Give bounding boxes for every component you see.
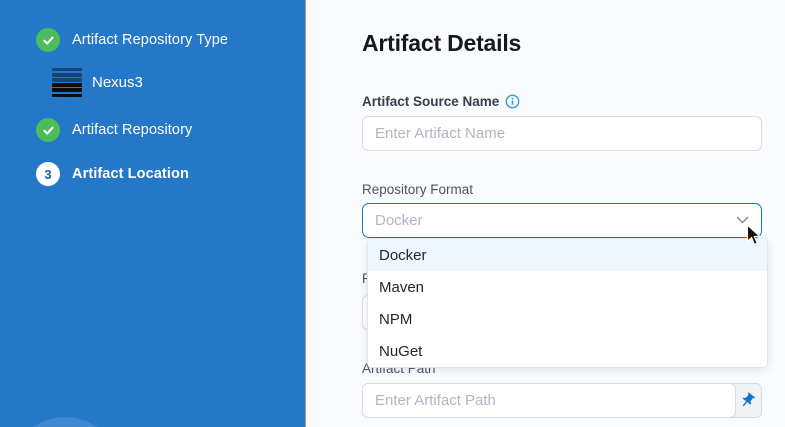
repository-format-label: Repository Format <box>362 182 473 197</box>
artifact-details-panel: Artifact Details Artifact Source Name Re… <box>306 0 785 427</box>
check-icon <box>36 118 60 142</box>
decorative-circle <box>9 417 121 427</box>
step-label: Artifact Repository Type <box>72 32 228 48</box>
step-label: Artifact Repository <box>72 122 192 138</box>
nexus3-stack-icon <box>52 66 82 99</box>
info-circle-icon[interactable] <box>505 94 520 112</box>
label-text: Artifact Source Name <box>362 94 499 109</box>
dropdown-option-npm[interactable]: NPM <box>368 303 767 335</box>
sidebar-step-artifact-repository[interactable]: Artifact Repository <box>36 118 192 142</box>
chevron-down-icon <box>736 216 749 225</box>
sidebar-step-artifact-repository-type[interactable]: Artifact Repository Type <box>36 28 228 52</box>
dropdown-option-maven[interactable]: Maven <box>368 271 767 303</box>
sidebar-step-artifact-location[interactable]: 3 Artifact Location <box>36 162 189 186</box>
connector-label: Nexus3 <box>92 74 143 91</box>
artifact-path-input[interactable] <box>362 383 736 418</box>
artifact-path-input-group <box>362 383 762 418</box>
repository-format-select[interactable]: Docker <box>362 203 762 238</box>
step-label: Artifact Location <box>72 166 189 182</box>
check-icon <box>36 28 60 52</box>
sidebar-item-nexus3[interactable]: Nexus3 <box>52 66 143 99</box>
pin-icon[interactable] <box>734 384 761 417</box>
step-number-badge: 3 <box>36 162 60 186</box>
select-value: Docker <box>375 212 736 229</box>
artifact-wizard: Artifact Repository Type Nexus3 Artifact… <box>0 0 785 427</box>
artifact-source-name-label: Artifact Source Name <box>362 94 520 112</box>
dropdown-option-nuget[interactable]: NuGet <box>368 335 767 367</box>
dropdown-option-docker[interactable]: Docker <box>368 239 767 271</box>
artifact-source-name-input[interactable] <box>362 116 762 151</box>
page-title: Artifact Details <box>362 30 521 57</box>
repository-format-dropdown: Docker Maven NPM NuGet <box>368 239 767 367</box>
wizard-sidebar: Artifact Repository Type Nexus3 Artifact… <box>0 0 305 427</box>
